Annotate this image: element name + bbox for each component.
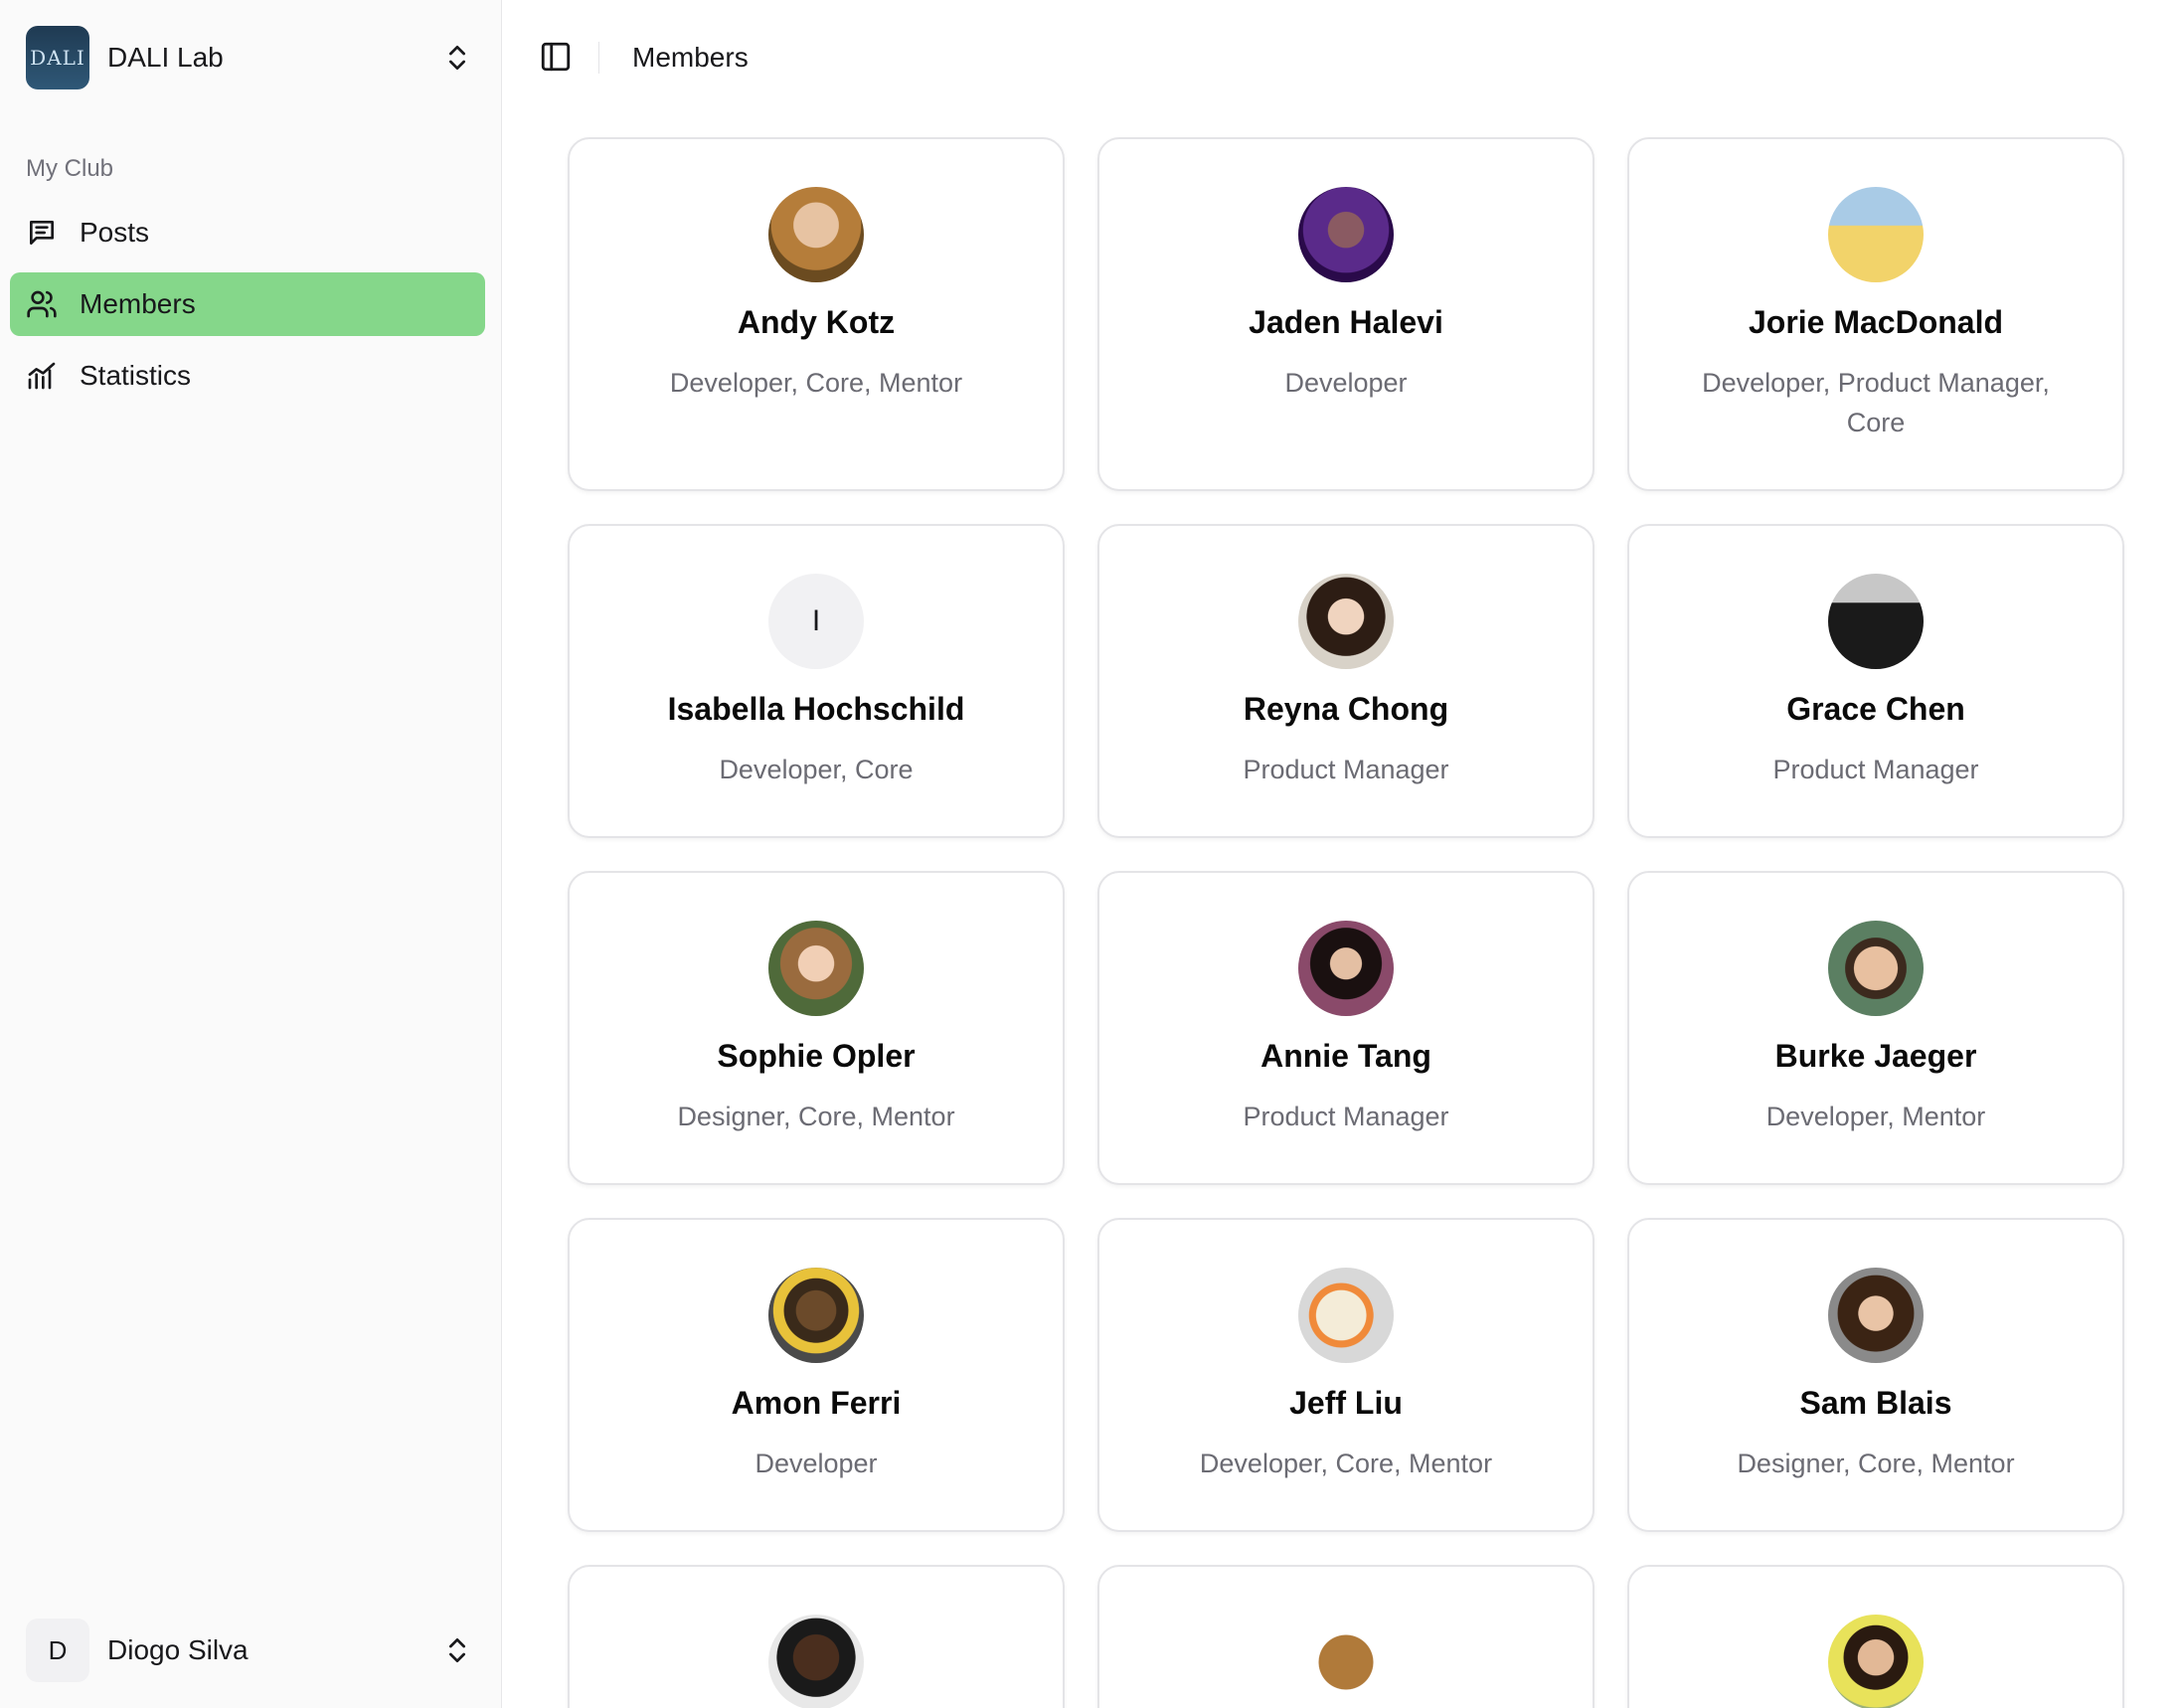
- member-card[interactable]: Sam Blais Designer, Core, Mentor: [1627, 1218, 2124, 1532]
- avatar: D: [26, 1619, 89, 1682]
- member-name: Jorie MacDonald: [1748, 304, 2004, 340]
- member-name: Reyna Chong: [1243, 691, 1449, 727]
- avatar: [1828, 187, 1924, 282]
- club-logo: DALI: [26, 26, 89, 89]
- member-card[interactable]: [568, 1565, 1065, 1708]
- sidebar-item-statistics[interactable]: Statistics: [10, 344, 485, 408]
- sidebar-item-posts[interactable]: Posts: [10, 201, 485, 264]
- member-roles: Product Manager: [1243, 1102, 1449, 1131]
- avatar: [1298, 187, 1394, 282]
- users-icon: [27, 290, 57, 318]
- member-card[interactable]: Annie Tang Product Manager: [1097, 871, 1594, 1185]
- avatar: [1828, 1615, 1924, 1708]
- member-roles: Developer, Core, Mentor: [669, 368, 963, 398]
- avatar: [768, 921, 864, 1016]
- member-name: Annie Tang: [1260, 1038, 1431, 1074]
- member-roles: Developer: [755, 1449, 878, 1478]
- user-switcher[interactable]: D Diogo Silva: [26, 1619, 473, 1682]
- member-roles: Developer, Product Manager, Core: [1702, 368, 2050, 437]
- member-roles: Developer, Mentor: [1765, 1102, 1986, 1131]
- avatar: I: [768, 574, 864, 669]
- avatar: [1298, 1615, 1394, 1708]
- chevrons-up-down-icon: [449, 1638, 465, 1662]
- member-roles: Designer, Core, Mentor: [677, 1102, 955, 1131]
- header-divider: [598, 42, 599, 74]
- avatar: [1298, 574, 1394, 669]
- section-label: My Club: [26, 155, 114, 182]
- member-card[interactable]: [1097, 1565, 1594, 1708]
- chart-icon: [28, 362, 56, 390]
- member-card[interactable]: [1627, 1565, 2124, 1708]
- member-card[interactable]: Sophie Opler Designer, Core, Mentor: [568, 871, 1065, 1185]
- member-name: Amon Ferri: [731, 1385, 902, 1421]
- member-name: Isabella Hochschild: [667, 691, 965, 727]
- member-card[interactable]: Burke Jaeger Developer, Mentor: [1627, 871, 2124, 1185]
- avatar: [1828, 921, 1924, 1016]
- member-name: Sophie Opler: [717, 1038, 916, 1074]
- member-card[interactable]: Jorie MacDonald Developer, Product Manag…: [1627, 137, 2124, 491]
- club-name: DALI Lab: [107, 42, 224, 73]
- sidebar-item-members[interactable]: Members: [10, 272, 485, 336]
- user-name: Diogo Silva: [107, 1634, 249, 1665]
- member-roles: Product Manager: [1243, 755, 1449, 784]
- member-name: Jaden Halevi: [1249, 304, 1443, 340]
- member-name: Jeff Liu: [1289, 1385, 1403, 1421]
- chevrons-up-down-icon: [449, 46, 465, 70]
- member-name: Burke Jaeger: [1774, 1038, 1977, 1074]
- member-card[interactable]: I Isabella Hochschild Developer, Core: [568, 524, 1065, 838]
- members-grid: Andy Kotz Developer, Core, Mentor Jaden …: [568, 137, 2124, 1708]
- breadcrumb: Members: [632, 42, 749, 73]
- sidebar-toggle-icon[interactable]: [539, 40, 573, 74]
- sidebar-nav: Posts Members Statistics: [10, 201, 485, 416]
- member-roles: Developer, Core: [719, 755, 914, 784]
- sidebar-item-label: Statistics: [80, 360, 192, 391]
- avatar: [1828, 574, 1924, 669]
- member-card[interactable]: Andy Kotz Developer, Core, Mentor: [568, 137, 1065, 491]
- member-card[interactable]: Amon Ferri Developer: [568, 1218, 1065, 1532]
- club-switcher[interactable]: DALI DALI Lab: [26, 26, 473, 89]
- message-square-icon: [30, 221, 54, 245]
- page-header: Members: [503, 0, 2181, 115]
- sidebar-item-label: Members: [80, 288, 196, 319]
- member-card[interactable]: Grace Chen Product Manager: [1627, 524, 2124, 838]
- avatar: [1828, 1268, 1924, 1363]
- member-roles: Product Manager: [1772, 755, 1979, 784]
- avatar: [768, 1615, 864, 1708]
- member-name: Sam Blais: [1799, 1385, 1952, 1421]
- avatar: [768, 1268, 864, 1363]
- member-card[interactable]: Reyna Chong Product Manager: [1097, 524, 1594, 838]
- member-name: Grace Chen: [1786, 691, 1965, 727]
- member-roles: Designer, Core, Mentor: [1737, 1449, 2015, 1478]
- avatar: [1298, 1268, 1394, 1363]
- member-roles: Developer: [1284, 368, 1408, 398]
- member-card[interactable]: Jeff Liu Developer, Core, Mentor: [1097, 1218, 1594, 1532]
- member-card[interactable]: Jaden Halevi Developer: [1097, 137, 1594, 491]
- sidebar-item-label: Posts: [80, 217, 150, 248]
- sidebar: DALI DALI Lab My Club Posts Members Stat…: [0, 0, 502, 1708]
- member-name: Andy Kotz: [737, 304, 896, 340]
- member-roles: Developer, Core, Mentor: [1199, 1449, 1493, 1478]
- avatar: [768, 187, 864, 282]
- avatar: [1298, 921, 1394, 1016]
